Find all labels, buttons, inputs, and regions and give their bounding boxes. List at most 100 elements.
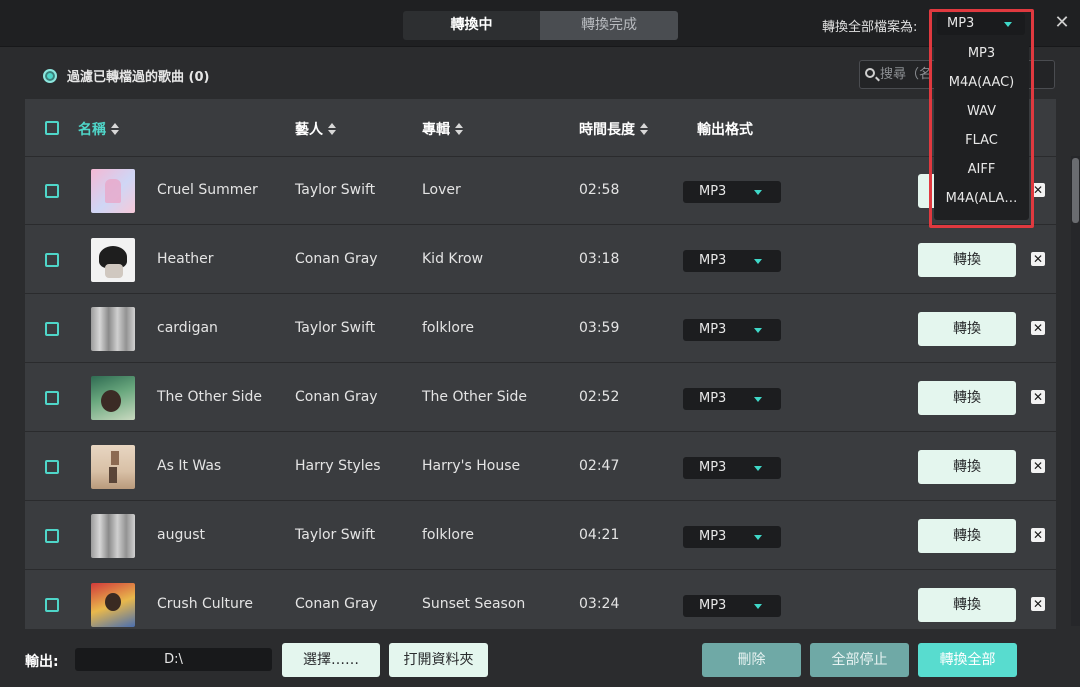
row-format-select[interactable]: MP3 <box>683 319 781 341</box>
song-artist: Harry Styles <box>295 458 381 474</box>
remove-icon[interactable]: ✕ <box>1031 459 1045 473</box>
convert-button[interactable]: 轉換 <box>918 519 1016 553</box>
song-album: folklore <box>422 320 475 336</box>
song-artist: Taylor Swift <box>295 527 376 543</box>
convert-button[interactable]: 轉換 <box>918 450 1016 484</box>
dropdown-option[interactable]: AIFF <box>934 155 1029 184</box>
scrollbar-thumb[interactable] <box>1072 158 1079 223</box>
remove-icon[interactable]: ✕ <box>1031 183 1045 197</box>
row-checkbox[interactable] <box>45 184 59 198</box>
row-format-value: MP3 <box>699 253 727 268</box>
convert-all-format-select[interactable]: MP3 <box>937 13 1025 35</box>
remove-icon[interactable]: ✕ <box>1031 252 1045 266</box>
column-album[interactable]: 專輯 <box>422 119 463 139</box>
column-format-label: 輸出格式 <box>697 122 753 138</box>
dropdown-option[interactable]: MP3 <box>934 39 1029 68</box>
row-format-value: MP3 <box>699 460 727 475</box>
song-artist: Taylor Swift <box>295 182 376 198</box>
choose-folder-button[interactable]: 選擇…… <box>282 643 380 677</box>
chevron-down-icon <box>754 397 762 402</box>
song-title: Heather <box>157 251 214 267</box>
dropdown-option[interactable]: FLAC <box>934 126 1029 155</box>
chevron-down-icon <box>754 466 762 471</box>
album-cover <box>91 445 135 489</box>
row-format-select[interactable]: MP3 <box>683 181 781 203</box>
output-path-field[interactable]: D:\ <box>75 648 272 671</box>
remove-icon[interactable]: ✕ <box>1031 528 1045 542</box>
remove-icon[interactable]: ✕ <box>1031 597 1045 611</box>
sort-icon <box>455 123 463 135</box>
song-title: As It Was <box>157 458 222 474</box>
sort-icon <box>328 123 336 135</box>
row-format-select[interactable]: MP3 <box>683 388 781 410</box>
tab-converting[interactable]: 轉換中 <box>403 11 540 40</box>
dropdown-option[interactable]: WAV <box>934 97 1029 126</box>
song-album: Sunset Season <box>422 596 526 612</box>
row-format-select[interactable]: MP3 <box>683 526 781 548</box>
convert-button[interactable]: 轉換 <box>918 243 1016 277</box>
album-cover <box>91 307 135 351</box>
row-checkbox[interactable] <box>45 391 59 405</box>
song-title: The Other Side <box>157 389 262 405</box>
row-format-select[interactable]: MP3 <box>683 595 781 617</box>
song-table: 名稱 藝人 專輯 時間長度 輸出格式 Cruel Summer Taylor S… <box>25 99 1056 629</box>
song-artist: Taylor Swift <box>295 320 376 336</box>
chevron-down-icon <box>754 190 762 195</box>
row-format-select[interactable]: MP3 <box>683 457 781 479</box>
album-cover <box>91 169 135 213</box>
row-checkbox[interactable] <box>45 460 59 474</box>
table-row: As It Was Harry Styles Harry's House 02:… <box>25 433 1056 501</box>
column-name[interactable]: 名稱 <box>78 119 119 139</box>
row-checkbox[interactable] <box>45 529 59 543</box>
table-row: cardigan Taylor Swift folklore 03:59 MP3… <box>25 295 1056 363</box>
remove-icon[interactable]: ✕ <box>1031 390 1045 404</box>
song-title: Cruel Summer <box>157 182 258 198</box>
dropdown-option[interactable]: M4A(AAC) <box>934 68 1029 97</box>
song-duration: 04:21 <box>579 527 620 543</box>
column-album-label: 專輯 <box>422 122 450 138</box>
dropdown-option[interactable]: M4A(ALA… <box>934 184 1029 213</box>
row-checkbox[interactable] <box>45 253 59 267</box>
song-album: folklore <box>422 527 475 543</box>
table-row: Cruel Summer Taylor Swift Lover 02:58 MP… <box>25 157 1056 225</box>
stop-all-button[interactable]: 全部停止 <box>810 643 909 677</box>
scrollbar-track[interactable] <box>1071 156 1080 626</box>
convert-all-as-label: 轉換全部檔案為: <box>822 20 918 35</box>
convert-all-format-value: MP3 <box>947 16 975 31</box>
song-duration: 03:59 <box>579 320 620 336</box>
row-checkbox[interactable] <box>45 322 59 336</box>
open-folder-button[interactable]: 打開資料夾 <box>389 643 488 677</box>
chevron-down-icon <box>754 328 762 333</box>
search-placeholder: 搜尋（名 <box>880 67 933 82</box>
delete-button[interactable]: 刪除 <box>702 643 801 677</box>
convert-button[interactable]: 轉換 <box>918 312 1016 346</box>
select-all-checkbox[interactable] <box>45 121 59 135</box>
convert-all-button[interactable]: 轉換全部 <box>918 643 1017 677</box>
chevron-down-icon <box>754 604 762 609</box>
column-artist[interactable]: 藝人 <box>295 119 336 139</box>
column-format: 輸出格式 <box>697 119 753 139</box>
row-checkbox[interactable] <box>45 598 59 612</box>
convert-button[interactable]: 轉換 <box>918 588 1016 622</box>
tab-converted[interactable]: 轉換完成 <box>540 11 678 40</box>
convert-button[interactable]: 轉換 <box>918 381 1016 415</box>
song-album: Harry's House <box>422 458 521 474</box>
top-bar: 轉換中 轉換完成 轉換全部檔案為: MP3 ✕ <box>0 0 1080 47</box>
row-format-value: MP3 <box>699 322 727 337</box>
radio-icon[interactable] <box>43 68 57 83</box>
song-title: Crush Culture <box>157 596 253 612</box>
song-duration: 02:52 <box>579 389 620 405</box>
row-format-select[interactable]: MP3 <box>683 250 781 272</box>
table-row: Heather Conan Gray Kid Krow 03:18 MP3 轉換… <box>25 226 1056 294</box>
song-title: cardigan <box>157 320 218 336</box>
album-cover <box>91 514 135 558</box>
close-icon[interactable]: ✕ <box>1053 14 1071 32</box>
row-format-value: MP3 <box>699 391 727 406</box>
column-duration[interactable]: 時間長度 <box>579 119 648 139</box>
remove-icon[interactable]: ✕ <box>1031 321 1045 335</box>
song-album: Lover <box>422 182 461 198</box>
song-album: The Other Side <box>422 389 527 405</box>
table-row: august Taylor Swift folklore 04:21 MP3 轉… <box>25 502 1056 570</box>
filter-converted-toggle[interactable]: 過濾已轉檔過的歌曲 (0) <box>43 66 209 85</box>
column-duration-label: 時間長度 <box>579 122 635 138</box>
